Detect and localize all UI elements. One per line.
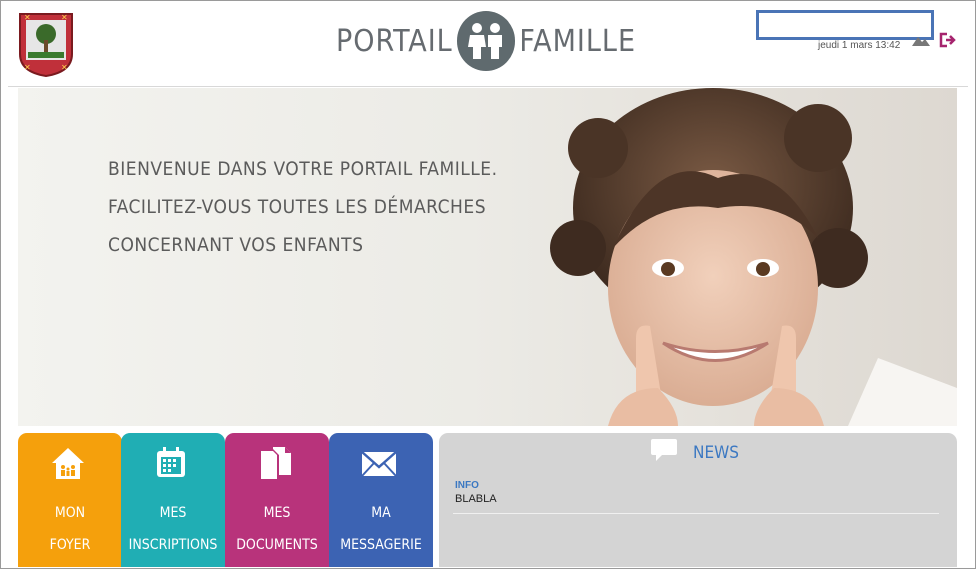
- tile-label-line1: MES: [263, 505, 291, 521]
- family-icon: [456, 11, 516, 71]
- speech-bubble-icon: [651, 439, 677, 466]
- hero-line-2: Facilitez-vous toutes les démarches: [108, 196, 487, 218]
- user-name-field[interactable]: [756, 10, 934, 40]
- portail-famille-logo[interactable]: PORTAIL FAMILLE: [336, 10, 636, 72]
- tile-label-line1: MON: [54, 505, 86, 521]
- svg-text:✕: ✕: [61, 13, 68, 22]
- tile-label-line2: INSCRIPTIONS: [128, 537, 218, 553]
- tile-mes-inscriptions[interactable]: MES INSCRIPTIONS: [121, 433, 225, 567]
- tile-ma-messagerie[interactable]: MA MESSAGERIE: [329, 433, 433, 567]
- tile-label-line1: MA: [371, 505, 391, 521]
- tile-label-line1: MES: [159, 505, 187, 521]
- envelope-icon: [359, 443, 399, 483]
- news-title: NEWS: [693, 442, 739, 463]
- news-panel: NEWS INFO BLABLA: [439, 433, 957, 567]
- tile-mon-foyer[interactable]: MON FOYER: [18, 433, 122, 567]
- smiling-child-photo: [550, 88, 957, 426]
- city-crest-logo[interactable]: ✕ ✕ ✕ ✕: [18, 12, 74, 78]
- header-divider: [8, 86, 968, 87]
- mountain-icon[interactable]: [912, 33, 930, 46]
- svg-text:✕: ✕: [24, 63, 31, 72]
- calendar-icon: [151, 443, 191, 483]
- svg-text:✕: ✕: [61, 63, 68, 72]
- brand-right-text: FAMILLE: [519, 23, 636, 59]
- shortcut-tiles: MON FOYER MES INSCRIPTIONS MES DOCUMENTS…: [18, 433, 434, 567]
- house-icon: [48, 443, 88, 483]
- tile-label-line2: MESSAGERIE: [340, 537, 422, 553]
- hero-banner: Bienvenue dans votre portail famille. Fa…: [18, 88, 957, 426]
- brand-left-text: PORTAIL: [336, 23, 453, 59]
- tile-label-line2: FOYER: [49, 537, 91, 553]
- news-header: NEWS: [651, 439, 739, 466]
- news-divider: [453, 513, 939, 514]
- news-item-title[interactable]: INFO: [455, 480, 479, 491]
- logout-icon[interactable]: [938, 32, 956, 48]
- tile-mes-documents[interactable]: MES DOCUMENTS: [225, 433, 329, 567]
- hero-line-1: Bienvenue dans votre portail famille.: [108, 158, 498, 180]
- tile-label-line2: DOCUMENTS: [236, 537, 318, 553]
- news-item-body: BLABLA: [455, 493, 497, 505]
- hero-line-3: concernant vos enfants: [108, 234, 364, 256]
- documents-icon: [255, 443, 295, 483]
- svg-text:✕: ✕: [24, 13, 31, 22]
- current-datetime: jeudi 1 mars 13:42: [818, 40, 901, 51]
